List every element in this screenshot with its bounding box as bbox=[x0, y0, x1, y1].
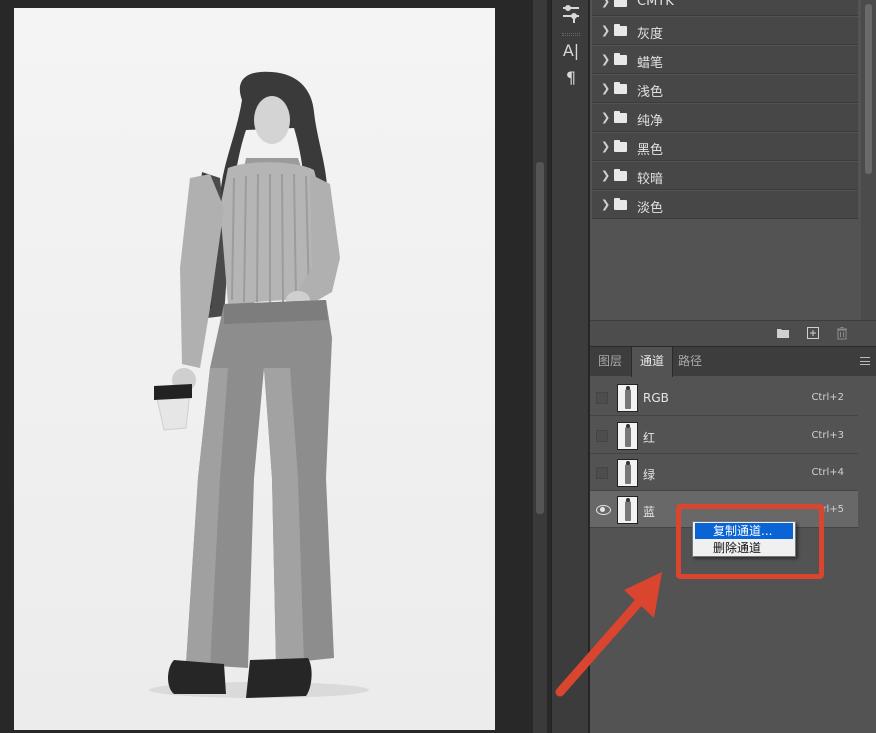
swatch-folder-row[interactable]: ❯ 较暗 bbox=[592, 162, 858, 190]
panel-tab-bar: 图层 通道 路径 bbox=[590, 346, 876, 377]
swatch-folder-label: 浅色 bbox=[637, 85, 664, 100]
swatch-folder-label: 淡色 bbox=[637, 201, 664, 216]
swatch-folder-row[interactable]: ❯ 黑色 bbox=[592, 133, 858, 161]
trash-icon[interactable] bbox=[835, 326, 849, 340]
swatch-folder-label: 纯净 bbox=[637, 114, 664, 129]
channel-row-red[interactable]: 红 Ctrl+3 bbox=[590, 417, 858, 454]
channel-thumbnail bbox=[617, 459, 638, 487]
swatch-folder-row[interactable]: ❯ 浅色 bbox=[592, 75, 858, 103]
channel-thumbnail bbox=[617, 422, 638, 450]
chevron-right-icon[interactable]: ❯ bbox=[601, 82, 610, 95]
visibility-toggle[interactable] bbox=[596, 392, 608, 404]
swatch-folder-row[interactable]: ❯ 蜡笔 bbox=[592, 46, 858, 74]
annotation-arrow-icon bbox=[555, 572, 662, 697]
swatches-panel: ❯ CMYK ❯ 灰度 ❯ 蜡笔 ❯ 浅色 ❯ 纯净 ❯ 黑色 ❯ 较暗 ❯ 淡… bbox=[590, 0, 876, 320]
photo-grayscale-figure bbox=[14, 8, 495, 730]
paragraph-icon[interactable]: ¶ bbox=[559, 67, 583, 89]
eye-icon[interactable] bbox=[596, 504, 611, 515]
chevron-right-icon[interactable]: ❯ bbox=[601, 140, 610, 153]
tab-paths[interactable]: 路径 bbox=[670, 347, 710, 377]
chevron-right-icon[interactable]: ❯ bbox=[601, 111, 610, 124]
channel-name: 蓝 bbox=[643, 505, 656, 519]
folder-icon bbox=[614, 24, 627, 36]
folder-icon bbox=[614, 53, 627, 65]
swatch-folder-label: 黑色 bbox=[637, 143, 664, 158]
channel-row-rgb[interactable]: RGB Ctrl+2 bbox=[590, 379, 858, 416]
channel-shortcut: Ctrl+3 bbox=[811, 430, 844, 441]
swatch-folder-label: CMYK bbox=[637, 0, 674, 9]
swatches-scrollbar[interactable] bbox=[861, 0, 876, 320]
annotation-highlight-box bbox=[676, 504, 824, 579]
chevron-right-icon[interactable]: ❯ bbox=[601, 24, 610, 37]
character-icon[interactable]: A| bbox=[559, 40, 583, 62]
folder-icon bbox=[614, 0, 627, 7]
channel-name: 绿 bbox=[643, 468, 656, 482]
channel-name: 红 bbox=[643, 431, 656, 445]
swatches-scroll-thumb[interactable] bbox=[865, 4, 872, 174]
folder-icon bbox=[614, 111, 627, 123]
new-folder-icon[interactable] bbox=[776, 326, 790, 340]
swatch-folder-label: 蜡笔 bbox=[637, 56, 664, 71]
swatch-folder-row[interactable]: ❯ 纯净 bbox=[592, 104, 858, 132]
folder-icon bbox=[614, 140, 627, 152]
folder-icon bbox=[614, 82, 627, 94]
canvas-scrollbar[interactable] bbox=[533, 0, 547, 733]
tab-channels[interactable]: 通道 bbox=[631, 347, 674, 377]
swatch-folder-row[interactable]: ❯ 灰度 bbox=[592, 17, 858, 45]
tab-layers[interactable]: 图层 bbox=[590, 347, 630, 377]
visibility-toggle[interactable] bbox=[596, 430, 608, 442]
adjustments-icon[interactable] bbox=[559, 2, 583, 24]
channel-shortcut: Ctrl+4 bbox=[811, 467, 844, 478]
channel-shortcut: Ctrl+2 bbox=[811, 392, 844, 403]
panel-menu-icon[interactable] bbox=[860, 357, 870, 365]
swatch-folder-row[interactable]: ❯ CMYK bbox=[592, 0, 858, 16]
swatch-folder-label: 较暗 bbox=[637, 172, 664, 187]
folder-icon bbox=[614, 169, 627, 181]
chevron-right-icon[interactable]: ❯ bbox=[601, 169, 610, 182]
chevron-right-icon[interactable]: ❯ bbox=[601, 198, 610, 211]
channel-name: RGB bbox=[643, 391, 669, 405]
canvas-scroll-thumb[interactable] bbox=[536, 162, 544, 514]
chevron-right-icon[interactable]: ❯ bbox=[601, 53, 610, 66]
visibility-toggle[interactable] bbox=[596, 467, 608, 479]
tool-strip-grip[interactable] bbox=[562, 33, 580, 36]
new-swatch-icon[interactable] bbox=[806, 326, 820, 340]
channel-thumbnail bbox=[617, 384, 638, 412]
channel-thumbnail bbox=[617, 496, 638, 524]
swatch-folder-row[interactable]: ❯ 淡色 bbox=[592, 191, 858, 219]
document-image[interactable] bbox=[14, 8, 495, 730]
canvas-area[interactable] bbox=[0, 0, 531, 733]
swatch-folder-label: 灰度 bbox=[637, 27, 664, 42]
folder-icon bbox=[614, 198, 627, 210]
chevron-right-icon[interactable]: ❯ bbox=[601, 0, 610, 8]
swatches-footer bbox=[590, 320, 876, 346]
channel-row-green[interactable]: 绿 Ctrl+4 bbox=[590, 454, 858, 491]
channel-shortcut: rl+5 bbox=[822, 504, 844, 515]
